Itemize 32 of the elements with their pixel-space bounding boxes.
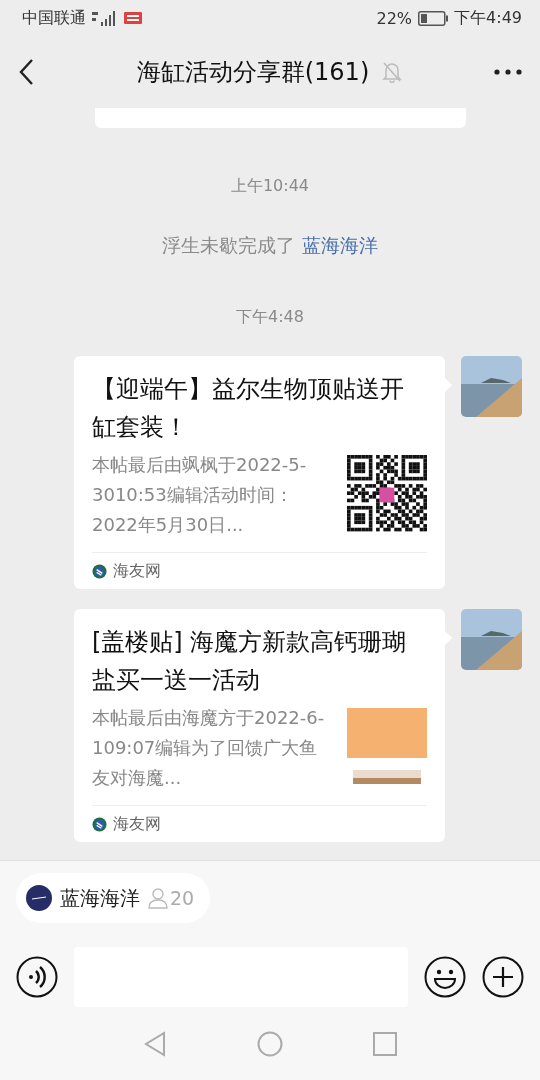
back-icon[interactable] <box>18 58 34 86</box>
nav-recents-icon[interactable] <box>373 1031 397 1056</box>
system-message: 浮生未歇完成了 蓝海海洋 <box>162 233 378 258</box>
card-description: 本帖最后由海魔方于2022-6-109:07编辑为了回馈广大鱼友对海魔... <box>92 706 326 790</box>
timestamp: 下午4:48 <box>236 307 304 328</box>
timestamp: 上午10:44 <box>230 176 310 197</box>
person-icon <box>148 887 168 909</box>
clock: 下午4:49 <box>454 7 522 29</box>
signal-icon <box>92 10 118 26</box>
beach-photo-placeholder[interactable] <box>461 356 522 417</box>
source-name: 海友网 <box>113 560 161 582</box>
nav-back-icon[interactable] <box>143 1030 167 1057</box>
card-title: [盖楼贴] 海魔方新款高钙珊瑚盐买一送一活动 <box>92 627 408 696</box>
voice-icon[interactable] <box>16 956 58 998</box>
carrier-name: 中国联通 <box>22 7 86 29</box>
user-link[interactable]: 蓝海海洋 <box>301 234 378 256</box>
member-count: 20 <box>170 887 195 909</box>
notification-icon <box>124 12 142 24</box>
card-title: 【迎端午】益尔生物顶贴送开缸套装！ <box>92 374 405 443</box>
mention-chip[interactable]: 蓝海海洋 20 <box>16 873 211 923</box>
beach-photo-placeholder[interactable] <box>461 609 522 670</box>
battery-icon <box>418 10 449 26</box>
card-description: 本帖最后由飒枫于2022-5-3010:53编辑活动时间：2022年5月30日... <box>92 453 308 537</box>
chat-title: 海缸活动分享群(161) <box>136 57 370 88</box>
emoji-icon[interactable] <box>424 956 466 998</box>
group-avatar <box>26 885 52 911</box>
member-name: 蓝海海洋 <box>60 884 140 912</box>
source-name: 海友网 <box>113 813 161 835</box>
battery-percent: 22% <box>376 8 413 28</box>
more-icon[interactable] <box>494 69 522 75</box>
nav-home-icon[interactable] <box>257 1030 283 1057</box>
add-icon[interactable] <box>482 956 524 998</box>
